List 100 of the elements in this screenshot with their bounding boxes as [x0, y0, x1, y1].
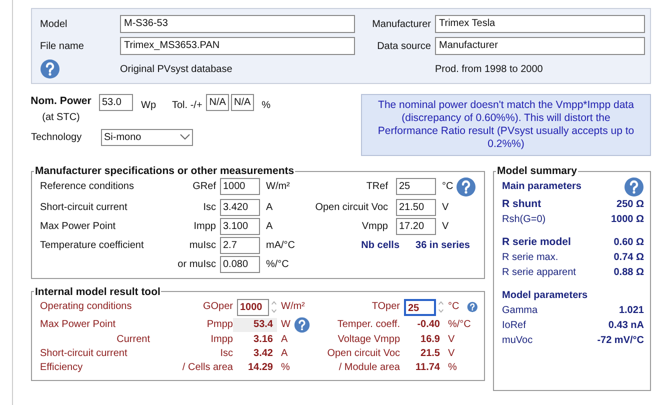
- summary-label: Rsh(G=0): [502, 212, 546, 226]
- warning-message: The nominal power doesn't match the Vmpp*Impp data (discrepancy of 0.60%%). This will distort the Performance Ratio result (PVsyst usually accepts up to 0.2%%): [361, 94, 651, 156]
- field-label: Manufacturer: [371, 18, 432, 32]
- section-title: Model summary: [496, 166, 578, 176]
- spin-field[interactable]: 1000: [237, 298, 269, 316]
- parameter-name: or muIsc: [176, 258, 216, 272]
- technology-label: Technology: [31, 130, 83, 145]
- value-field[interactable]: 3.420: [220, 198, 260, 216]
- unit-label: V: [441, 220, 449, 232]
- tolerance-field[interactable]: N/A: [230, 94, 254, 111]
- field-label: Model: [40, 18, 68, 32]
- field-label: Data source: [376, 40, 432, 54]
- unit-label: A: [265, 202, 273, 212]
- unit-label: °C: [441, 181, 454, 192]
- summary-label: R serie max.: [502, 250, 558, 264]
- help-icon[interactable]: [624, 176, 644, 196]
- result-value: 21.5: [420, 347, 441, 361]
- value-field[interactable]: 3.100: [220, 218, 260, 234]
- parameter-name: Isc: [202, 200, 216, 214]
- tolerance-label: Tol. -/+: [172, 99, 202, 113]
- group-heading: Model parameters: [502, 288, 588, 302]
- value-field[interactable]: 0.080: [220, 256, 260, 272]
- power-field[interactable]: 53.0: [99, 94, 133, 111]
- summary-value: 0.74 Ω: [614, 250, 644, 264]
- parameter-name: TRef: [365, 180, 389, 194]
- parameter-name: TOper: [370, 300, 400, 314]
- unit-label: W/m²: [280, 301, 305, 312]
- value-field[interactable]: 21.50: [396, 198, 436, 216]
- unit-label: A: [280, 333, 288, 347]
- unit-label: W: [280, 318, 290, 332]
- result-label: Open circuit Voc: [326, 347, 400, 361]
- stc-label: (at STC): [42, 110, 80, 125]
- result-value: 3.16: [252, 333, 274, 347]
- spin-arrows-icon[interactable]: [438, 299, 444, 315]
- unit-label: V: [441, 202, 449, 212]
- cells-label: Nb cells: [361, 238, 400, 252]
- section-title: Manufacturer specifications or other measurements: [34, 166, 296, 176]
- summary-label: R serie apparent: [502, 266, 576, 280]
- summary-label: R shunt: [502, 196, 542, 212]
- summary-value: 250 Ω: [616, 198, 644, 212]
- value-field[interactable]: 2.7: [220, 236, 260, 254]
- help-icon[interactable]: [456, 176, 476, 196]
- parameter-name: muIsc: [188, 238, 216, 252]
- summary-label: IoRef: [502, 318, 526, 332]
- result-label: Current: [116, 334, 150, 345]
- unit-label: %: [262, 99, 271, 113]
- section-title: Internal model result tool: [34, 286, 162, 297]
- unit-label: %/°C: [447, 319, 471, 330]
- parameter-name: Open circuit Voc: [314, 200, 389, 214]
- result-value: 16.9: [420, 333, 441, 347]
- help-icon[interactable]: [40, 59, 60, 79]
- parameter-name: GRef: [192, 180, 216, 194]
- unit-label: %: [280, 361, 290, 375]
- summary-value: 1000 Ω: [610, 212, 644, 226]
- result-label: Temper. coeff.: [336, 318, 400, 332]
- result-value: 14.29: [246, 361, 274, 375]
- nominal-power-label: Nom. Power: [30, 94, 92, 109]
- spin-arrows-icon[interactable]: [270, 299, 277, 315]
- summary-value: 0.43 nA: [608, 318, 644, 332]
- value-field[interactable]: 1000: [220, 178, 260, 195]
- parameter-label: Max Power Point: [40, 220, 116, 232]
- parameter-label: Temperature coefficient: [40, 240, 144, 250]
- text-field[interactable]: M-S36-53: [120, 15, 355, 33]
- database-note: Original PVsyst database: [120, 62, 234, 76]
- unit-label: mA/°C: [265, 240, 295, 250]
- unit-label: V: [447, 348, 455, 359]
- tolerance-field[interactable]: N/A: [206, 94, 229, 111]
- result-label: Efficiency: [40, 362, 83, 373]
- unit-label: Wp: [141, 99, 156, 113]
- unit-label: V: [447, 334, 455, 345]
- parameter-name: Isc: [219, 347, 233, 361]
- unit-label: %: [447, 362, 457, 373]
- value-field[interactable]: 25: [396, 178, 436, 195]
- parameter-name: GOper: [202, 300, 233, 314]
- summary-label: R serie model: [502, 234, 571, 250]
- unit-label: A: [265, 220, 273, 232]
- production-note: Prod. from 1998 to 2000: [435, 62, 544, 76]
- field-label: File name: [40, 40, 85, 54]
- cells-value: 36 in series: [416, 238, 470, 252]
- help-icon[interactable]: [294, 317, 310, 333]
- value-field[interactable]: 17.20: [396, 218, 436, 234]
- parameter-name: Vmpp: [360, 220, 389, 234]
- summary-value: 0.60 Ω: [614, 236, 644, 250]
- parameter-label: Reference conditions: [40, 181, 134, 192]
- result-label: Voltage Vmpp: [336, 333, 400, 347]
- text-field[interactable]: Trimex_MS3653.PAN: [120, 37, 355, 55]
- text-field[interactable]: Trimex Tesla: [435, 15, 645, 33]
- parameter-name: Impp: [210, 333, 233, 347]
- result-value: 11.74: [414, 361, 441, 375]
- technology-dropdown[interactable]: Si-mono: [101, 128, 193, 146]
- result-value: -0.40: [416, 318, 441, 332]
- group-heading: Main parameters: [502, 180, 582, 194]
- result-label: Max Power Point: [40, 319, 116, 330]
- result-value: 53.4: [233, 318, 277, 332]
- summary-value: 1.021: [618, 304, 644, 318]
- unit-label: W/m²: [265, 181, 290, 192]
- parameter-name: Pmpp: [206, 318, 233, 332]
- text-field[interactable]: Manufacturer: [435, 37, 645, 55]
- summary-value: -72 mV/°C: [597, 334, 644, 348]
- spin-field[interactable]: 25: [404, 298, 436, 316]
